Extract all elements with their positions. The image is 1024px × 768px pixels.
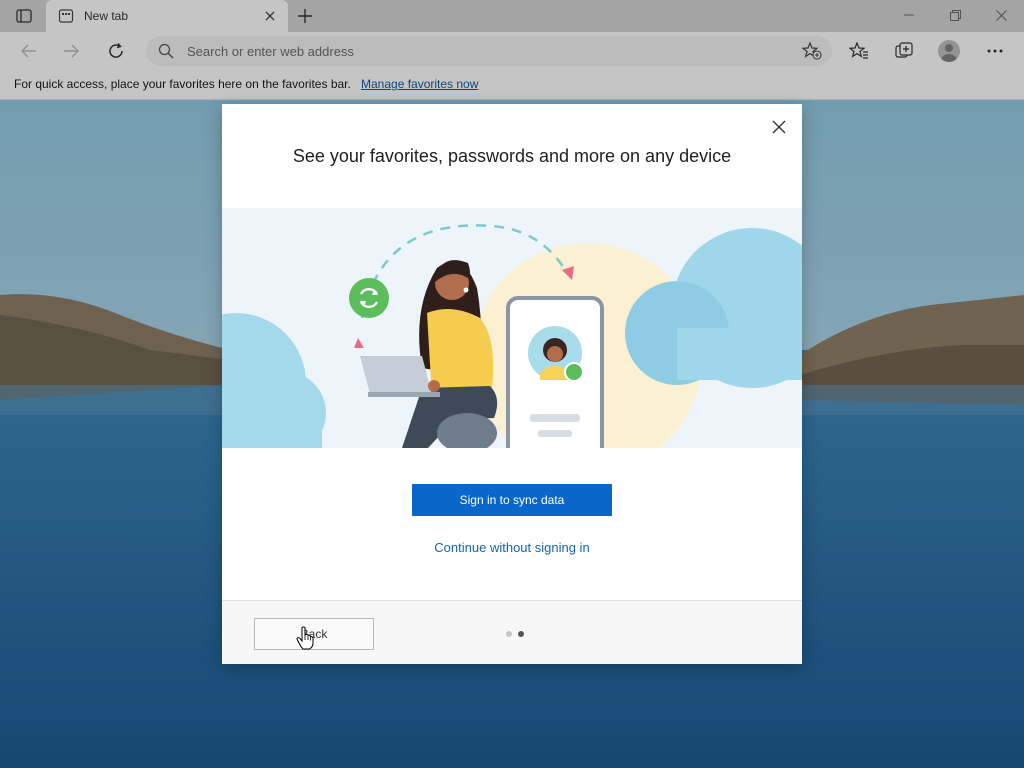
sync-dialog: See your favorites, passwords and more o… xyxy=(222,104,802,664)
page-indicator xyxy=(506,631,524,637)
page-dot-1 xyxy=(506,631,512,637)
back-button[interactable]: Back xyxy=(254,618,374,650)
dialog-close-icon[interactable] xyxy=(768,116,790,138)
page-dot-2 xyxy=(518,631,524,637)
sign-in-sync-button[interactable]: Sign in to sync data xyxy=(412,484,612,516)
dialog-heading: See your favorites, passwords and more o… xyxy=(292,146,732,166)
continue-without-signin-link[interactable]: Continue without signing in xyxy=(222,540,802,555)
sync-illustration xyxy=(222,208,802,448)
hand-cursor-icon xyxy=(296,626,314,650)
